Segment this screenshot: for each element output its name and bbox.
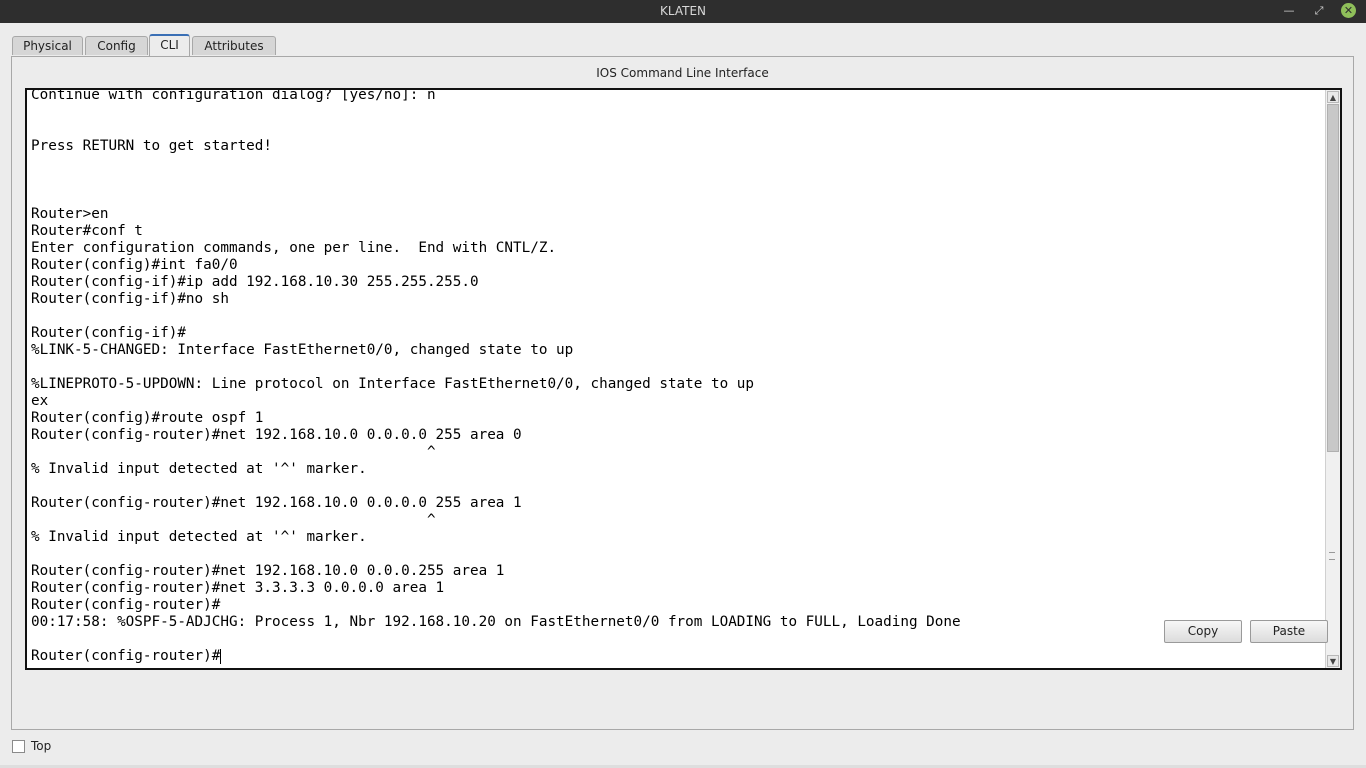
console-line: Router(config-router)#: [31, 648, 221, 664]
window-titlebar: KLATEN — ⤢ ✕: [0, 0, 1366, 23]
console-line: Router(config-router)#net 192.168.10.0 0…: [31, 427, 522, 443]
paste-button[interactable]: Paste: [1250, 620, 1328, 643]
console-line: % Invalid input detected at '^' marker.: [31, 461, 367, 477]
console-line: %LINEPROTO-5-UPDOWN: Line protocol on In…: [31, 376, 755, 392]
console-line: Router#conf t: [31, 223, 143, 239]
vertical-scrollbar[interactable]: ▲ ▼: [1325, 90, 1340, 668]
minimize-icon[interactable]: —: [1281, 3, 1297, 19]
copy-button[interactable]: Copy: [1164, 620, 1242, 643]
console-line: Enter configuration commands, one per li…: [31, 240, 557, 256]
console-line: % Invalid input detected at '^' marker.: [31, 529, 367, 545]
scroll-down-icon[interactable]: ▼: [1327, 655, 1339, 667]
top-checkbox-row[interactable]: Top: [12, 739, 51, 753]
console-line: Router(config-router)#net 192.168.10.0 0…: [31, 563, 505, 579]
scroll-up-icon[interactable]: ▲: [1327, 91, 1339, 103]
top-checkbox-label: Top: [31, 739, 52, 753]
console-output[interactable]: Continue with configuration dialog? [yes…: [31, 88, 1321, 665]
console-line: 00:17:58: %OSPF-5-ADJCHG: Process 1, Nbr…: [31, 614, 961, 630]
cli-terminal[interactable]: Continue with configuration dialog? [yes…: [25, 88, 1342, 670]
panel-title: IOS Command Line Interface: [596, 66, 769, 80]
console-line: Router(config-if)#ip add 192.168.10.30 2…: [31, 274, 479, 290]
console-line: Router(config-router)#net 3.3.3.3 0.0.0.…: [31, 580, 445, 596]
console-line: Router(config-router)#: [31, 597, 221, 613]
console-line: Router>en: [31, 206, 109, 222]
console-line: ex: [31, 393, 49, 409]
console-line: Router(config)#int fa0/0: [31, 257, 238, 273]
console-line: Press RETURN to get started!: [31, 138, 273, 154]
console-line: Router(config)#route ospf 1: [31, 410, 264, 426]
tab-cli[interactable]: CLI: [149, 34, 190, 57]
tab-config[interactable]: Config: [85, 36, 148, 55]
tab-attributes[interactable]: Attributes: [192, 36, 276, 55]
maximize-icon[interactable]: ⤢: [1311, 3, 1327, 19]
console-line: Continue with configuration dialog? [yes…: [31, 88, 436, 103]
console-line: ^: [31, 444, 436, 460]
tab-physical[interactable]: Physical: [12, 36, 83, 55]
console-line: Router(config-if)#: [31, 325, 186, 341]
close-icon[interactable]: ✕: [1341, 3, 1356, 18]
scrollbar-thumb[interactable]: [1327, 104, 1339, 452]
text-cursor: [220, 649, 222, 664]
top-checkbox[interactable]: [12, 740, 25, 753]
console-line: %LINK-5-CHANGED: Interface FastEthernet0…: [31, 342, 574, 358]
console-line: ^: [31, 512, 436, 528]
console-line: Router(config-if)#no sh: [31, 291, 229, 307]
window-title: KLATEN: [660, 4, 706, 18]
cli-panel: IOS Command Line Interface Continue with…: [11, 56, 1354, 730]
scrollbar-grip: [1329, 552, 1335, 560]
console-line: Router(config-router)#net 192.168.10.0 0…: [31, 495, 522, 511]
